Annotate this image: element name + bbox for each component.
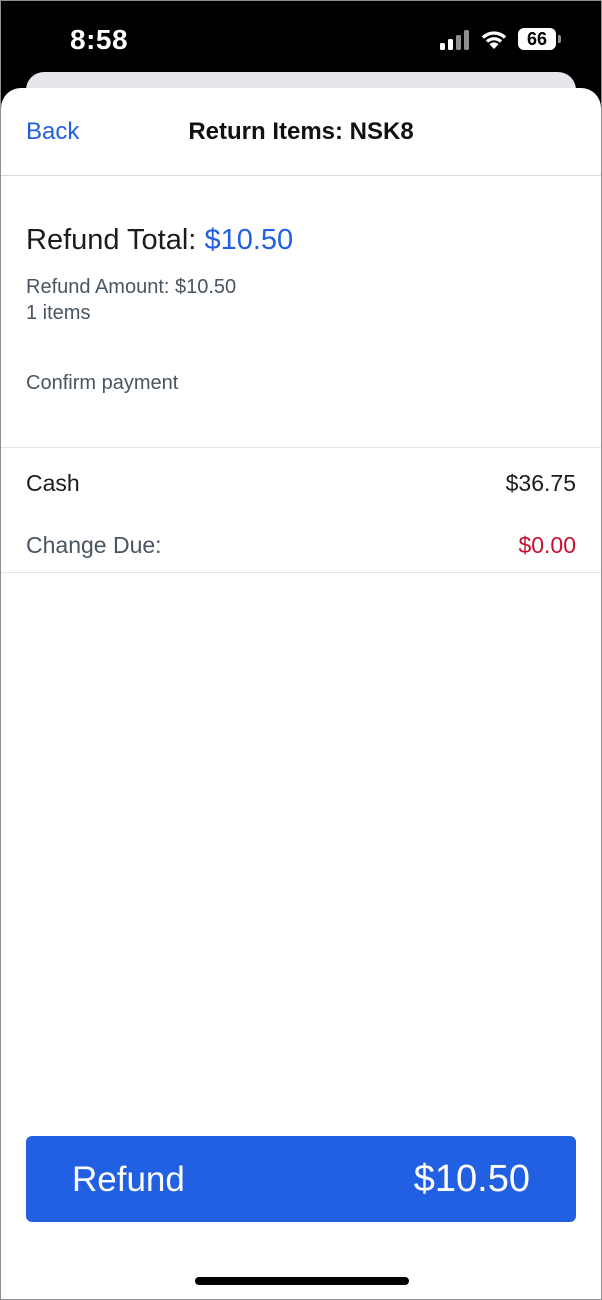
return-items-sheet: Back Return Items: NSK8 Refund Total: $1… (1, 88, 601, 1300)
refund-button-amount: $10.50 (413, 1158, 530, 1200)
refund-amount: Refund Amount: $10.50 (26, 276, 237, 298)
items-count: 1 items (26, 302, 91, 324)
change-due-amount: $0.00 (518, 532, 576, 558)
battery-cap (558, 35, 561, 43)
refund-total-amount: $10.50 (204, 224, 294, 256)
refund-button-label: Refund (72, 1160, 185, 1199)
home-indicator[interactable] (195, 1277, 409, 1285)
page-title: Return Items: NSK8 (188, 118, 414, 145)
refund-summary: Refund Total: $10.50 Refund Amount: $10.… (26, 220, 576, 395)
wifi-icon (481, 31, 507, 49)
status-time: 8:58 (70, 24, 129, 55)
divider (1, 447, 601, 448)
change-due-label: Change Due: (26, 532, 162, 558)
navigation-bar: Back Return Items: NSK8 (1, 88, 601, 176)
battery-icon: 66 (518, 28, 562, 52)
refund-button[interactable]: Refund $10.50 (26, 1136, 576, 1222)
payment-method-row[interactable]: Cash $36.75 (26, 470, 576, 497)
payment-method-label: Cash (26, 470, 80, 496)
refund-total: Refund Total: $10.50 (26, 220, 576, 260)
payment-method-amount: $36.75 (505, 470, 576, 496)
change-due-row: Change Due: $0.00 (26, 532, 576, 559)
status-bar: 8:58 66 (0, 0, 602, 80)
confirm-payment-label: Confirm payment (26, 372, 179, 394)
battery-level: 66 (518, 28, 556, 50)
divider (1, 572, 601, 573)
refund-total-label: Refund Total: (26, 224, 197, 256)
signal-icon (440, 30, 469, 50)
